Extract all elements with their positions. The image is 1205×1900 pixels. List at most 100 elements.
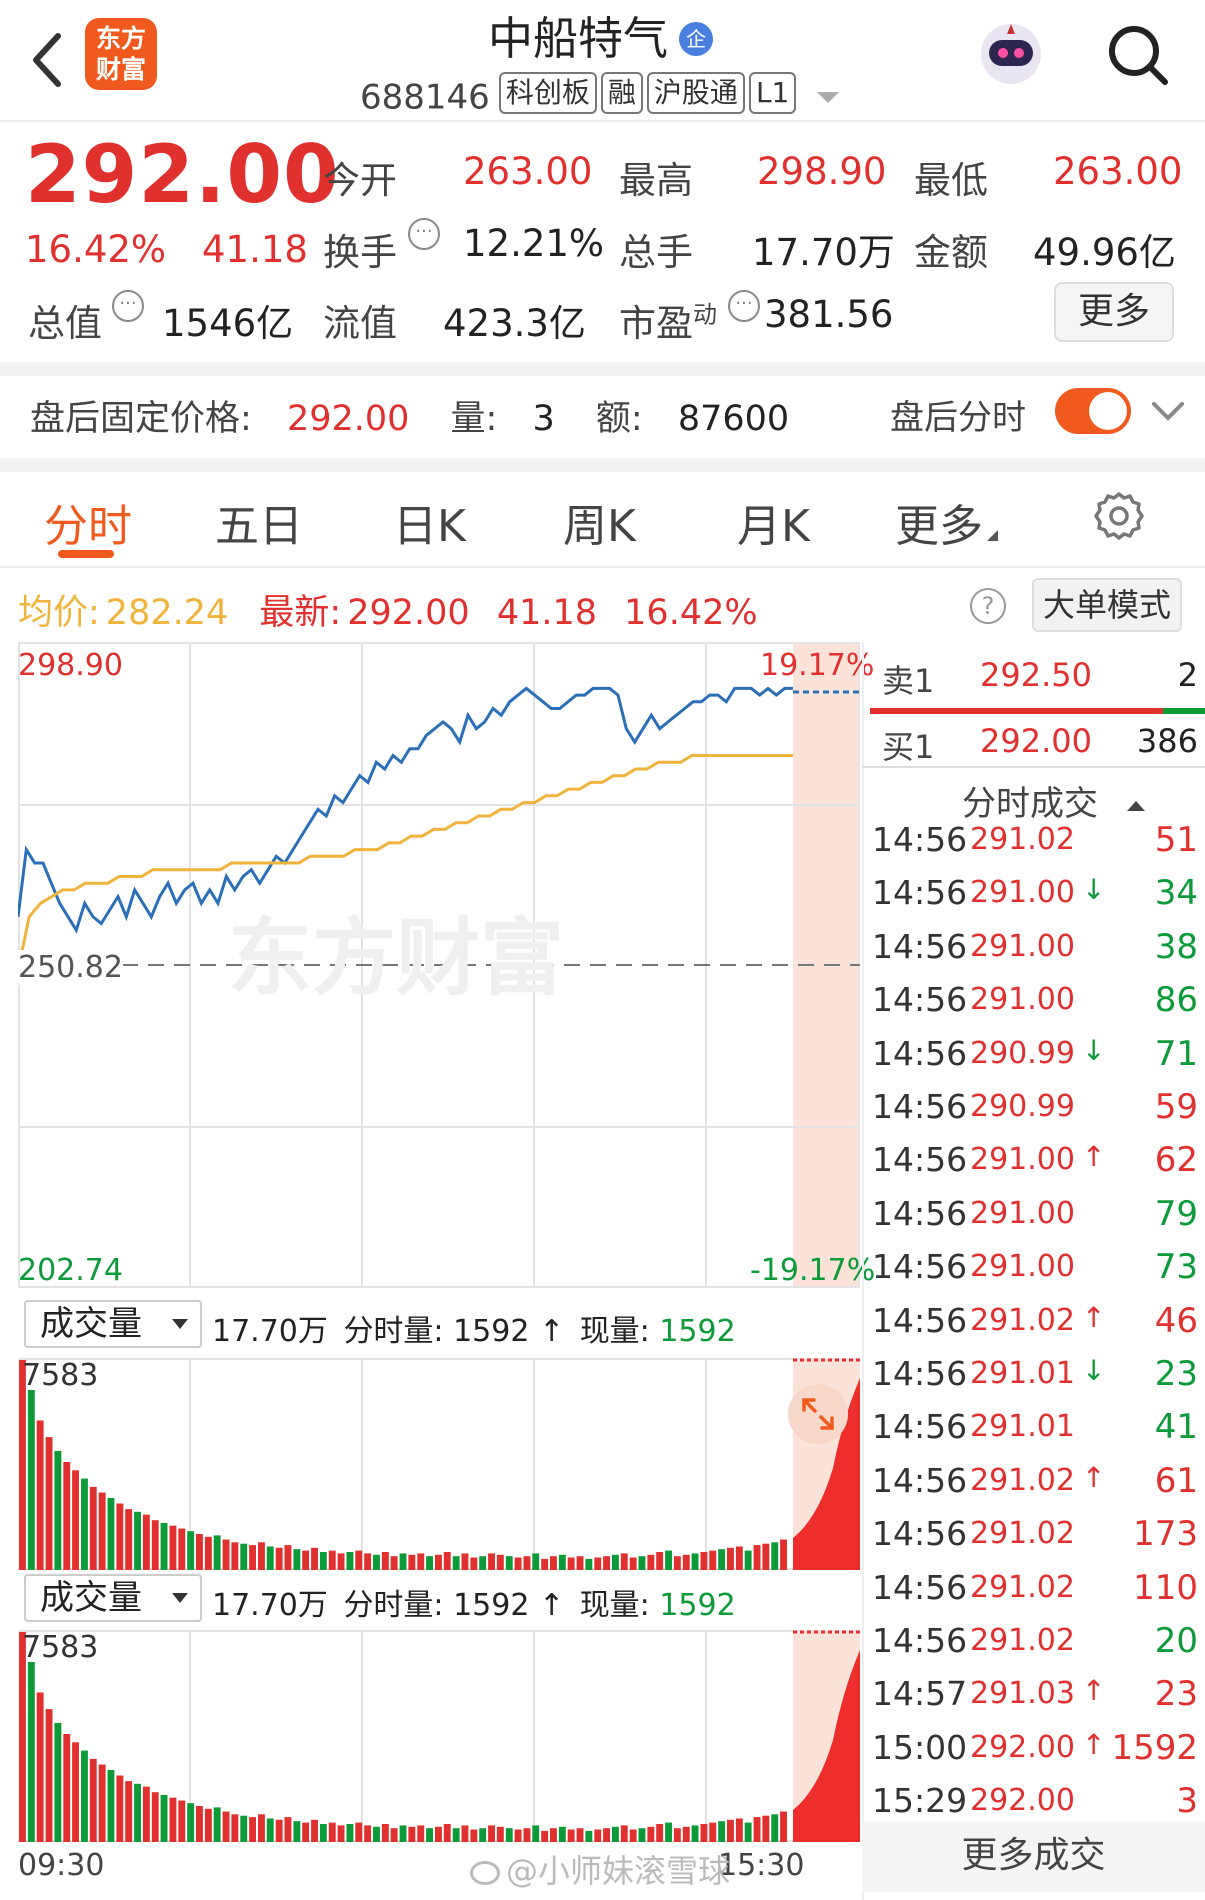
trade-row: 14:56 291.00 79 [872, 1194, 1202, 1247]
volume-bar [213, 1807, 221, 1842]
tag-stock-connect: 沪股通 [646, 72, 745, 114]
volume-bar [355, 1550, 363, 1570]
volume-bar [45, 1437, 53, 1570]
search-icon[interactable] [1105, 22, 1171, 88]
volume-bar [735, 1546, 743, 1570]
volume-bar [585, 1830, 593, 1842]
volume-bar [107, 1498, 115, 1570]
down-arrow-icon: ↓ [1082, 873, 1106, 907]
trade-time: 14:56 [872, 1514, 968, 1554]
trade-price: 291.02 [970, 1569, 1075, 1605]
intraday-price-chart[interactable]: 东方财富 [18, 642, 860, 1288]
more-stats-button[interactable]: 更多 [1054, 282, 1174, 342]
price-line [18, 686, 793, 934]
volume-bar [709, 1822, 717, 1842]
stat-label-pe-text: 市盈 [619, 302, 693, 345]
volume-bar [780, 1811, 787, 1842]
volume-bar [673, 1556, 681, 1570]
volume-bar [417, 1553, 425, 1570]
volume-bar [691, 1825, 699, 1842]
current-volume-label: 现量: [579, 1588, 650, 1623]
volume-bar [452, 1828, 460, 1842]
minute-volume-arrow: ↑ [539, 1588, 565, 1623]
volume-chart[interactable] [18, 1358, 860, 1570]
tab-5day[interactable]: 五日 [215, 490, 303, 554]
volume-selector[interactable]: 成交量 [24, 1300, 202, 1348]
volume-max-label: 7583 [22, 1358, 99, 1393]
volume-bar [718, 1821, 726, 1842]
volume-info: 17.70万 分时量: 1592 ↑ 现量: 1592 [212, 1306, 736, 1350]
volume-bar [125, 1781, 133, 1842]
expand-chart-icon[interactable] [788, 1384, 848, 1444]
y-axis-max: 298.90 [18, 648, 123, 683]
volume-bar [727, 1819, 734, 1842]
latest-change-pct: 16.42% [624, 593, 758, 633]
trade-row: 14:56 291.02 ↑ 61 [872, 1461, 1202, 1514]
trade-time: 14:56 [872, 926, 968, 966]
settings-gear-icon[interactable] [1093, 490, 1145, 542]
weibo-icon [470, 1861, 500, 1885]
info-dots-icon[interactable]: ··· [112, 290, 144, 322]
volume-bar [142, 1786, 150, 1842]
volume-bar [89, 1758, 97, 1842]
tab-daily-k[interactable]: 日K [393, 490, 466, 554]
dropdown-triangle-icon[interactable] [817, 92, 840, 103]
volume-selector[interactable]: 成交量 [24, 1574, 202, 1622]
back-icon[interactable] [28, 30, 68, 90]
volume-bar [63, 1734, 71, 1842]
trade-price: 291.02 [970, 1623, 1075, 1658]
tab-weekly-k[interactable]: 周K [563, 490, 636, 554]
volume-bar [718, 1549, 726, 1570]
volume-bar [647, 1554, 655, 1570]
big-order-mode-button[interactable]: 大单模式 [1032, 578, 1182, 632]
buy1-label: 买1 [882, 728, 935, 766]
stock-title: 中船特气 企 [488, 2, 714, 67]
stat-value-open: 263.00 [463, 150, 593, 193]
sell1-qty: 2 [1177, 656, 1198, 694]
after-hours-row: 盘后固定价格: 292.00 量: 3 额: 87600 [30, 390, 789, 441]
trades-header[interactable]: 分时成交 [962, 776, 1145, 825]
volume-bar [249, 1545, 256, 1570]
app-logo-text: 东方财富 [95, 24, 146, 84]
robot-assistant-icon[interactable] [975, 18, 1047, 90]
volume-bar [142, 1514, 150, 1570]
volume-bar [700, 1552, 708, 1570]
order-book-divider [862, 642, 864, 1900]
volume-bar [169, 1525, 177, 1570]
more-trades-button[interactable]: 更多成交 [862, 1822, 1205, 1892]
volume-bar [258, 1542, 265, 1570]
volume-bar [426, 1556, 433, 1570]
minute-volume-label: 分时量: [343, 1314, 444, 1349]
volume-bar [169, 1797, 177, 1842]
tab-minute[interactable]: 分时 [44, 490, 132, 554]
help-question-icon[interactable]: ? [970, 588, 1006, 624]
volume-chart[interactable] [18, 1630, 860, 1842]
after-hours-volume: 3 [532, 399, 555, 439]
volume-bar [682, 1554, 690, 1570]
chevron-down-icon[interactable] [1150, 398, 1186, 424]
volume-bar [98, 1764, 106, 1842]
trade-qty: 20 [1154, 1621, 1198, 1661]
stat-label-float-cap: 流值 [323, 302, 397, 345]
trade-qty: 46 [1154, 1300, 1198, 1341]
volume-bar [399, 1825, 407, 1842]
info-dots-icon[interactable]: ··· [728, 290, 760, 322]
volume-bar [523, 1828, 531, 1842]
divider [0, 362, 1205, 376]
info-dots-icon[interactable]: ··· [408, 218, 440, 250]
tab-monthly-k[interactable]: 月K [737, 490, 810, 554]
after-hours-toggle[interactable] [1055, 388, 1131, 434]
volume-bar [311, 1547, 318, 1570]
trade-row: 14:56 290.99 59 [872, 1087, 1202, 1140]
order-book-buy-row: 买1 292.00 386 [872, 714, 1202, 770]
volume-bar [54, 1722, 62, 1842]
stat-label-pe: 市盈动 [619, 293, 717, 347]
trade-qty: 71 [1154, 1033, 1198, 1074]
stat-label-open: 今开 [323, 159, 397, 202]
volume-bar [355, 1822, 363, 1842]
volume-selector-label: 成交量 [40, 1304, 142, 1344]
x-axis-end: 15:30 [718, 1848, 805, 1883]
volume-bar [390, 1828, 398, 1842]
volume-bar [744, 1550, 752, 1570]
tab-more[interactable]: 更多 [895, 490, 998, 554]
